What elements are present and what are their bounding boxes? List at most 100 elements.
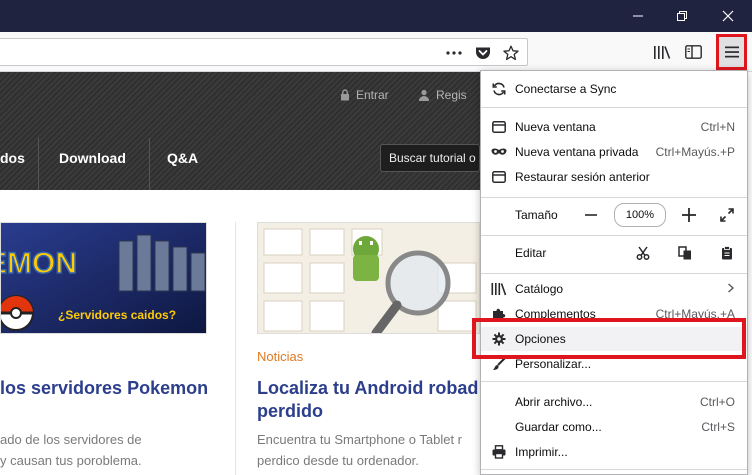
article-category[interactable]: Noticias	[257, 349, 303, 364]
close-button[interactable]	[708, 0, 748, 32]
menu-item-customize[interactable]: Personalizar...	[481, 352, 747, 376]
paste-icon	[722, 246, 732, 260]
login-label: Entrar	[356, 88, 389, 102]
library-icon[interactable]	[653, 44, 671, 60]
fullscreen-icon	[720, 208, 734, 222]
open-menu-button[interactable]	[716, 34, 747, 70]
zoom-in-button[interactable]	[679, 203, 699, 227]
register-label: Regis	[436, 88, 467, 102]
minus-icon	[585, 214, 597, 216]
library-icon	[491, 281, 507, 297]
user-icon	[418, 89, 430, 101]
close-icon	[722, 10, 734, 22]
nav-item-partial[interactable]: dos	[0, 150, 25, 166]
menu-item-label: Opciones	[515, 332, 566, 346]
login-link[interactable]: Entrar	[340, 88, 389, 102]
zoom-label: Tamaño	[515, 208, 558, 222]
menu-item-shortcut: Ctrl+Mayús.+P	[655, 145, 735, 159]
cut-button[interactable]	[633, 241, 653, 265]
plus-icon	[682, 208, 696, 222]
site-search-placeholder: Buscar tutorial o	[389, 151, 476, 165]
url-bar[interactable]	[0, 38, 528, 66]
printer-icon	[491, 444, 507, 460]
minimize-icon	[633, 15, 643, 17]
menu-item-zoom: Tamaño 100%	[481, 203, 747, 227]
chevron-right-icon	[727, 282, 735, 296]
pokemon-banner-subtitle: ¿Servidores caidos?	[58, 308, 176, 322]
paste-button[interactable]	[717, 241, 737, 265]
copy-button[interactable]	[675, 241, 695, 265]
title-bar	[0, 0, 752, 32]
menu-item-shortcut: Ctrl+S	[701, 420, 735, 434]
pokemon-banner-title: EMON	[1, 247, 77, 280]
bookmark-star-icon[interactable]	[502, 45, 520, 61]
menu-item-options[interactable]: Opciones	[481, 327, 747, 351]
lock-icon	[341, 89, 349, 101]
menu-item-shortcut: Ctrl+N	[700, 120, 735, 134]
menu-item-shortcut: Ctrl+Mayús.+A	[655, 307, 735, 321]
menu-item-label: Nueva ventana privada	[515, 145, 639, 159]
hamburger-icon	[724, 46, 739, 58]
restore-session-icon	[491, 169, 507, 185]
gear-icon	[491, 331, 507, 347]
private-mask-icon	[491, 144, 507, 160]
new-window-icon	[491, 119, 507, 135]
menu-item-label: Nueva ventana	[515, 120, 596, 134]
paintbrush-icon	[491, 356, 507, 372]
zoom-out-button[interactable]	[581, 203, 601, 227]
menu-item-label: Guardar como...	[515, 420, 602, 434]
menu-item-label: Catálogo	[515, 282, 564, 296]
menu-item-label: Restaurar sesión anterior	[515, 170, 650, 184]
menu-item-label: Conectarse a Sync	[515, 82, 617, 96]
menu-item-label: Imprimir...	[515, 445, 568, 459]
menu-separator	[481, 381, 747, 382]
pocket-icon[interactable]	[474, 45, 492, 61]
zoom-reset-button[interactable]: 100%	[614, 203, 666, 227]
menu-item-private-window[interactable]: Nueva ventana privada Ctrl+Mayús.+P	[481, 140, 747, 164]
page-actions-icon[interactable]	[445, 45, 463, 61]
menu-separator	[481, 273, 747, 274]
menu-item-open-file[interactable]: Abrir archivo... Ctrl+O	[481, 390, 747, 414]
minimize-button[interactable]	[618, 0, 658, 32]
restore-icon	[677, 11, 687, 21]
menu-item-label: Personalizar...	[515, 357, 592, 371]
menu-separator	[481, 197, 747, 198]
fullscreen-button[interactable]	[717, 203, 737, 227]
menu-item-shortcut: Ctrl+O	[699, 395, 735, 409]
edit-label: Editar	[515, 246, 547, 260]
menu-item-label: Complementos	[515, 307, 596, 321]
menu-separator	[481, 107, 747, 108]
menu-item-print[interactable]: Imprimir...	[481, 440, 747, 464]
nav-separator	[149, 138, 150, 190]
article-title[interactable]: los servidores Pokemon	[0, 377, 230, 400]
menu-item-restore-session[interactable]: Restaurar sesión anterior	[481, 165, 747, 189]
copy-icon	[678, 246, 691, 260]
android-article-image[interactable]	[257, 222, 480, 334]
app-menu-panel: Conectarse a Sync Nueva ventana Ctrl+N N…	[480, 70, 748, 475]
menu-item-edit: Editar	[481, 241, 747, 265]
menu-item-addons[interactable]: Complementos Ctrl+Mayús.+A	[481, 302, 747, 326]
scissors-icon	[636, 246, 650, 260]
pokemon-article-image[interactable]: EMON ¿Servidores caidos?	[0, 222, 207, 334]
menu-item-sync[interactable]: Conectarse a Sync	[481, 77, 747, 101]
menu-item-label: Abrir archivo...	[515, 395, 593, 409]
menu-item-library[interactable]: Catálogo	[481, 277, 747, 301]
card-divider	[235, 222, 236, 475]
site-search-input[interactable]: Buscar tutorial o	[380, 144, 480, 172]
restore-button[interactable]	[662, 0, 702, 32]
article-description: Encuentra tu Smartphone o Tablet r perdi…	[257, 432, 462, 468]
menu-separator	[481, 235, 747, 236]
article-description: ado de los servidores de y causan tus po…	[0, 432, 142, 468]
nav-item-qa[interactable]: Q&A	[167, 150, 198, 166]
puzzle-piece-icon	[491, 306, 507, 322]
menu-item-new-window[interactable]: Nueva ventana Ctrl+N	[481, 115, 747, 139]
site-header	[0, 72, 480, 190]
sidebar-icon[interactable]	[684, 44, 702, 60]
menu-separator	[481, 469, 747, 470]
menu-item-save-as[interactable]: Guardar como... Ctrl+S	[481, 415, 747, 439]
navigation-toolbar	[0, 32, 752, 72]
nav-item-download[interactable]: Download	[59, 150, 126, 166]
nav-separator	[38, 138, 39, 190]
register-link[interactable]: Regis	[418, 88, 467, 102]
article-title[interactable]: Localiza tu Android robad perdido	[257, 377, 480, 423]
